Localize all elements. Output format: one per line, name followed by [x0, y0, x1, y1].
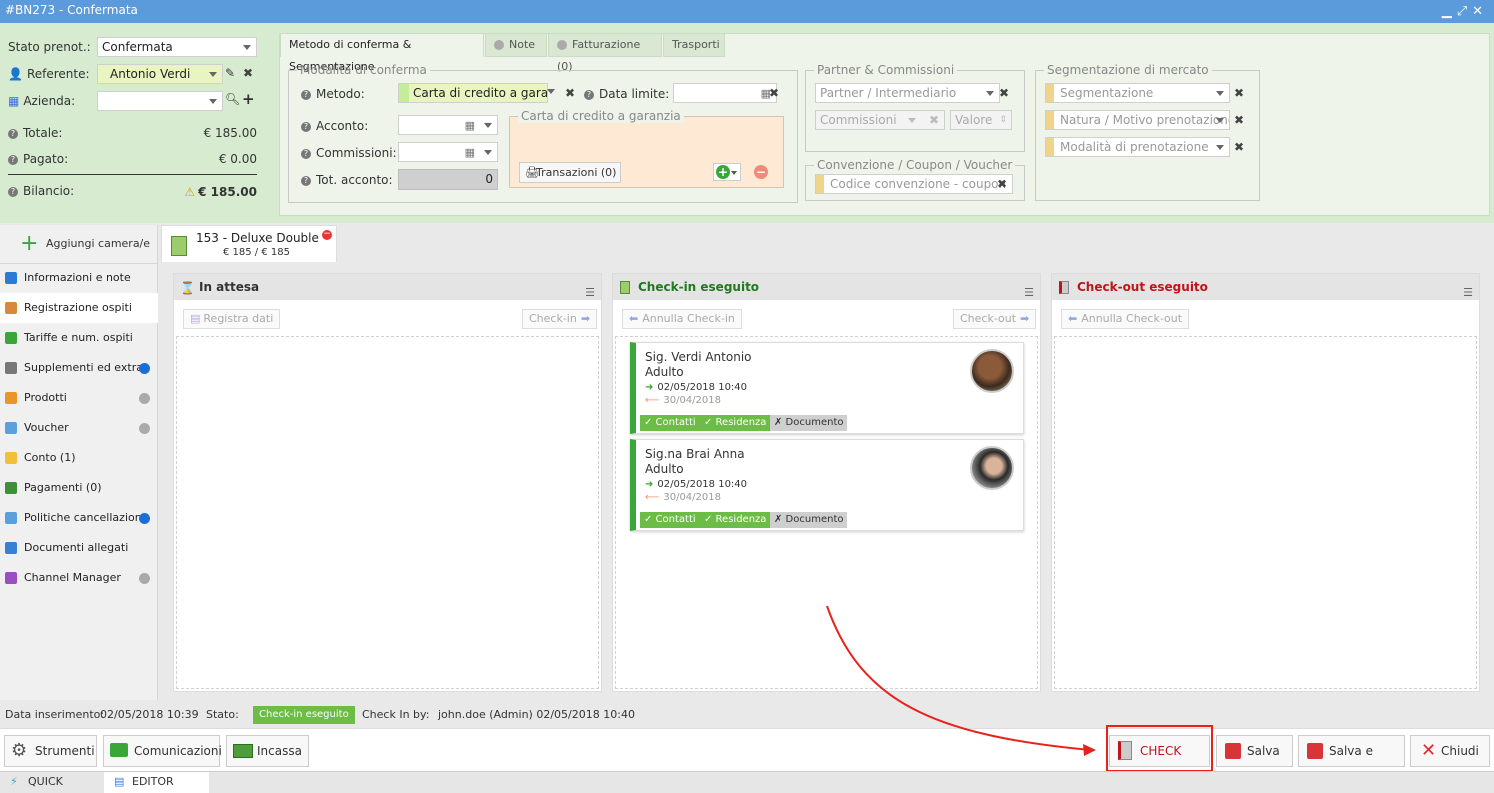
lightning-icon: ⚡	[10, 775, 18, 788]
annotation-arrow	[826, 605, 1096, 756]
editor-view-tab[interactable]: ▤EDITOR VIEW	[104, 772, 209, 793]
view-tabs: ⚡QUICK VIEW ▤EDITOR VIEW	[0, 771, 1494, 793]
editor-icon: ▤	[114, 775, 125, 788]
quick-view-tab[interactable]: ⚡QUICK VIEW	[0, 772, 100, 793]
